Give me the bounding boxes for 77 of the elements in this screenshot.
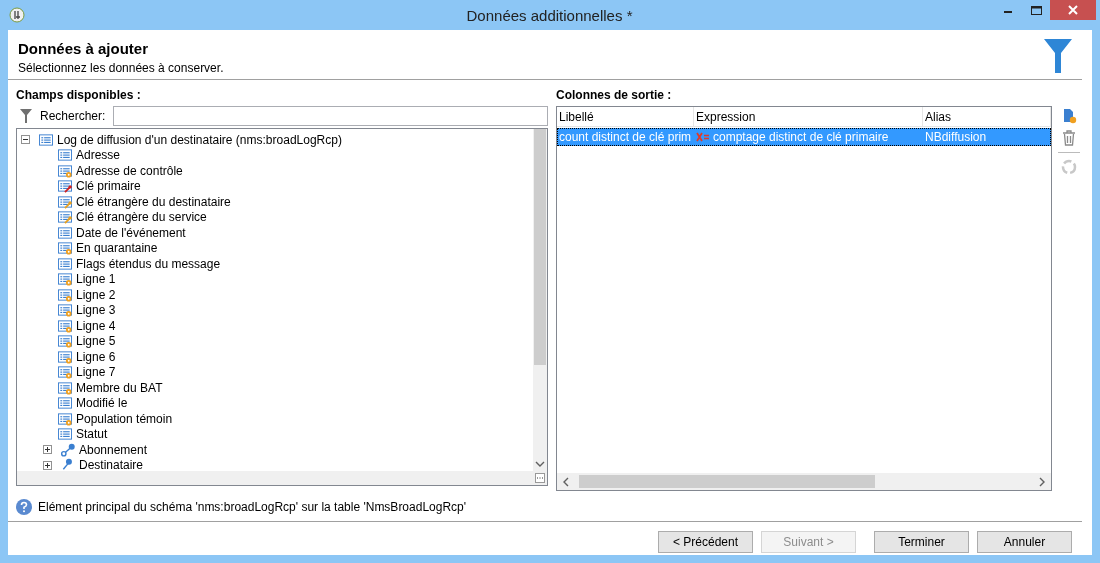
help-icon — [16, 499, 32, 515]
tree-item[interactable]: Ligne 1 — [76, 272, 116, 287]
close-button[interactable] — [1050, 0, 1096, 20]
tree-item[interactable]: Date de l'événement — [76, 225, 186, 240]
list-gear-icon — [57, 303, 73, 318]
more-button[interactable] — [535, 473, 545, 483]
tree-item[interactable]: Clé primaire — [76, 179, 141, 194]
tree-item[interactable]: Ligne 6 — [76, 349, 116, 364]
tree-item[interactable]: Abonnement — [79, 442, 148, 457]
formula-icon — [696, 132, 710, 142]
list-gear-icon — [57, 365, 73, 380]
expand-toggle[interactable] — [43, 445, 52, 455]
tree-item[interactable]: Ligne 4 — [76, 318, 116, 333]
tree-item[interactable]: Ligne 2 — [76, 287, 116, 302]
search-label: Rechercher: — [40, 109, 106, 123]
wizard-button[interactable]: Terminer — [874, 531, 969, 553]
tree-item[interactable]: Adresse de contrôle — [76, 163, 183, 178]
list-icon — [38, 132, 54, 147]
page-subtitle: Sélectionnez les données à conserver. — [18, 61, 224, 75]
tree-item[interactable]: Population témoin — [76, 411, 173, 426]
column-header[interactable]: Libellé — [557, 107, 694, 126]
table-cell: count distinct de clé prim — [559, 130, 692, 144]
table-cell: NBdiffusion — [925, 130, 987, 144]
filter-icon — [20, 109, 32, 123]
tree-item[interactable]: Membre du BAT — [76, 380, 163, 395]
collapse-toggle[interactable] — [21, 135, 30, 145]
trash-icon[interactable] — [1062, 130, 1076, 146]
tree-item[interactable]: Ligne 3 — [76, 303, 116, 318]
tree-item[interactable]: Modifié le — [76, 396, 128, 411]
horizontal-scrollbar[interactable] — [17, 471, 547, 485]
list-icon — [57, 427, 73, 442]
tree-item[interactable]: Clé étrangère du destinataire — [76, 194, 231, 209]
link-icon — [60, 442, 76, 457]
tree-item[interactable]: En quarantaine — [76, 241, 158, 256]
expand-toggle[interactable] — [43, 460, 52, 470]
list-key-icon — [57, 210, 73, 225]
list-gear-icon — [57, 411, 73, 426]
list-icon — [57, 256, 73, 271]
column-header[interactable]: Alias — [923, 107, 1051, 126]
tree-item[interactable]: Clé étrangère du service — [76, 210, 207, 225]
horizontal-scrollbar[interactable] — [557, 473, 1051, 490]
list-icon — [57, 225, 73, 240]
maximize-icon — [1030, 5, 1042, 15]
window-title: Données additionnelles * — [465, 6, 634, 24]
app-icon — [9, 7, 25, 23]
list-icon — [57, 396, 73, 411]
list-gear-icon — [57, 334, 73, 349]
close-icon — [1068, 5, 1078, 15]
add-column-icon[interactable] — [1061, 108, 1077, 124]
list-gear-icon — [57, 349, 73, 364]
vertical-scrollbar[interactable] — [533, 129, 547, 471]
list-gear-icon — [57, 241, 73, 256]
wizard-button[interactable]: Annuler — [977, 531, 1072, 553]
filter-icon — [1044, 39, 1072, 73]
tree-item[interactable]: Ligne 5 — [76, 334, 116, 349]
list-key-icon — [57, 194, 73, 209]
list-key-icon — [57, 179, 73, 194]
info-text: Elément principal du schéma 'nms:broadLogRcp' sur la table 'NmsBroadLogRcp' — [38, 500, 467, 514]
section-label: Champs disponibles : — [16, 88, 142, 102]
wizard-button[interactable]: < Précédent — [658, 531, 753, 553]
tree-item[interactable]: Ligne 7 — [76, 365, 116, 380]
list-icon — [57, 148, 73, 163]
list-gear-icon — [57, 380, 73, 395]
list-gear-icon — [57, 163, 73, 178]
list-gear-icon — [57, 318, 73, 333]
tree-item[interactable]: Log de diffusion d'un destinataire (nms:broadLogRcp) — [57, 132, 342, 147]
page-title: Données à ajouter — [18, 40, 150, 57]
section-label: Colonnes de sortie : — [556, 88, 673, 102]
table-cell: comptage distinct de clé primaire — [713, 130, 889, 144]
tree-item[interactable]: Statut — [76, 427, 108, 442]
tree-item[interactable]: Destinataire — [79, 458, 144, 471]
tree-item[interactable]: Flags étendus du message — [76, 256, 221, 271]
search-field[interactable] — [113, 106, 548, 126]
list-gear-icon — [57, 272, 73, 287]
tree-item[interactable]: Adresse — [76, 148, 121, 163]
list-gear-icon — [57, 287, 73, 302]
column-header[interactable]: Expression — [694, 107, 923, 126]
